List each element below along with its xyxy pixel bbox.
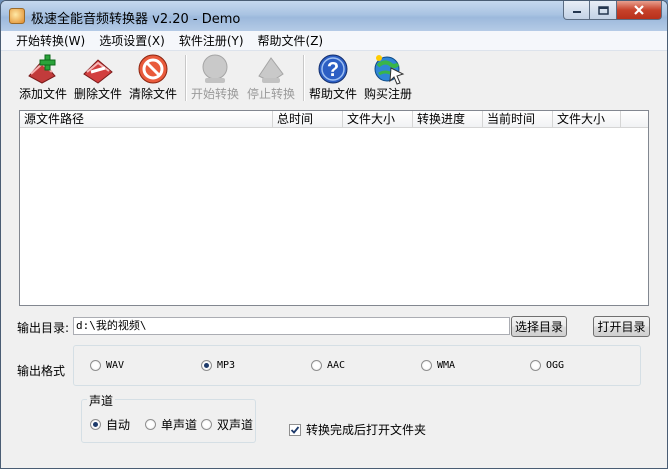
maximize-button[interactable] xyxy=(590,1,617,20)
channel-option-label: 单声道 xyxy=(161,418,198,432)
app-window: 极速全能音频转换器 v2.20 - Demo 开始转换(W) 选项设置(X) 软… xyxy=(0,0,668,469)
app-icon[interactable] xyxy=(9,8,25,24)
format-option-label: OGG xyxy=(546,360,565,371)
clear-files-button[interactable]: 清除文件 xyxy=(129,52,177,104)
channel-radio-auto[interactable]: 自动 xyxy=(90,416,130,433)
output-dir-label: 输出目录: xyxy=(17,321,70,335)
column-header-progress[interactable]: 转换进度 xyxy=(413,111,483,128)
clear-files-label: 清除文件 xyxy=(129,87,178,101)
menu-bar: 开始转换(W) 选项设置(X) 软件注册(Y) 帮助文件(Z) xyxy=(1,31,667,51)
title-bar[interactable]: 极速全能音频转换器 v2.20 - Demo xyxy=(1,1,667,31)
help-label: 帮助文件 xyxy=(309,87,358,101)
menu-start-convert[interactable]: 开始转换(W) xyxy=(9,31,92,51)
open-folder-after-label: 转换完成后打开文件夹 xyxy=(306,423,427,437)
add-file-button[interactable]: 添加文件 xyxy=(19,52,67,104)
delete-file-label: 删除文件 xyxy=(74,87,123,101)
help-button[interactable]: ? 帮助文件 xyxy=(309,52,357,104)
add-file-label: 添加文件 xyxy=(19,87,68,101)
channel-radio-mono[interactable]: 单声道 xyxy=(145,416,197,433)
channel-group-title: 声道 xyxy=(87,392,116,409)
menu-help[interactable]: 帮助文件(Z) xyxy=(251,31,331,51)
svg-text:?: ? xyxy=(327,59,339,81)
clear-files-icon xyxy=(138,54,168,84)
format-radio-ogg[interactable]: OGG xyxy=(530,360,564,371)
channel-radio-stereo[interactable]: 双声道 xyxy=(201,416,253,433)
file-list-header: 源文件路径 总时间 文件大小 转换进度 当前时间 文件大小 xyxy=(20,111,648,128)
stop-convert-label: 停止转换 xyxy=(247,87,296,101)
open-folder-after-checkbox[interactable]: 转换完成后打开文件夹 xyxy=(289,421,426,438)
help-icon: ? xyxy=(318,54,348,84)
radio-indicator xyxy=(90,360,101,371)
format-radio-mp3[interactable]: MP3 xyxy=(201,360,235,371)
format-radio-wav[interactable]: WAV xyxy=(90,360,124,371)
window-title: 极速全能音频转换器 v2.20 - Demo xyxy=(31,12,241,27)
minimize-icon xyxy=(572,11,581,13)
menu-options[interactable]: 选项设置(X) xyxy=(92,31,172,51)
buy-register-button[interactable]: 购买注册 xyxy=(364,52,412,104)
delete-file-button[interactable]: 删除文件 xyxy=(74,52,122,104)
output-format-label: 输出格式 xyxy=(17,364,66,378)
radio-indicator xyxy=(311,360,322,371)
channel-option-label: 自动 xyxy=(106,418,131,432)
close-button[interactable] xyxy=(617,1,662,20)
output-dir-input[interactable]: d:\我的视频\ xyxy=(73,317,510,335)
open-dir-button[interactable]: 打开目录 xyxy=(593,316,650,337)
radio-indicator xyxy=(145,419,156,430)
file-list[interactable]: 源文件路径 总时间 文件大小 转换进度 当前时间 文件大小 xyxy=(19,110,649,306)
radio-indicator xyxy=(530,360,541,371)
start-convert-icon xyxy=(202,54,228,83)
stop-convert-button[interactable]: 停止转换 xyxy=(247,52,295,104)
close-icon xyxy=(634,5,644,15)
delete-file-icon xyxy=(83,59,113,84)
toolbar: 添加文件 删除文件 清除文件 开始转换 停止转换 ? 帮助文件 购买注册 xyxy=(1,52,667,104)
maximize-icon xyxy=(597,5,609,15)
format-option-label: WAV xyxy=(106,360,125,371)
add-file-icon xyxy=(28,54,56,84)
toolbar-separator xyxy=(185,55,187,101)
choose-dir-button[interactable]: 选择目录 xyxy=(511,316,567,337)
column-header-source-path[interactable]: 源文件路径 xyxy=(20,111,273,128)
start-convert-label: 开始转换 xyxy=(191,87,240,101)
menu-register[interactable]: 软件注册(Y) xyxy=(172,31,251,51)
format-option-label: AAC xyxy=(327,360,346,371)
format-option-label: WMA xyxy=(437,360,456,371)
radio-indicator xyxy=(201,360,212,371)
column-header-output-size[interactable]: 文件大小 xyxy=(553,111,621,128)
checkbox-indicator xyxy=(289,423,301,436)
buy-register-icon xyxy=(374,55,405,85)
window-controls xyxy=(563,1,662,20)
checkmark-icon xyxy=(290,425,300,434)
column-header-file-size[interactable]: 文件大小 xyxy=(343,111,413,128)
format-radio-aac[interactable]: AAC xyxy=(311,360,345,371)
format-option-label: MP3 xyxy=(217,360,236,371)
buy-register-label: 购买注册 xyxy=(364,87,413,101)
column-header-current-time[interactable]: 当前时间 xyxy=(483,111,553,128)
channel-option-label: 双声道 xyxy=(217,418,254,432)
radio-indicator xyxy=(421,360,432,371)
format-radio-wma[interactable]: WMA xyxy=(421,360,455,371)
start-convert-button[interactable]: 开始转换 xyxy=(191,52,239,104)
format-groupbox: WAV MP3 AAC WMA OGG xyxy=(73,345,641,386)
column-header-total-time[interactable]: 总时间 xyxy=(273,111,343,128)
stop-convert-icon xyxy=(258,57,284,83)
radio-indicator xyxy=(201,419,212,430)
minimize-button[interactable] xyxy=(563,1,590,20)
radio-indicator xyxy=(90,419,101,430)
toolbar-separator xyxy=(303,55,305,101)
